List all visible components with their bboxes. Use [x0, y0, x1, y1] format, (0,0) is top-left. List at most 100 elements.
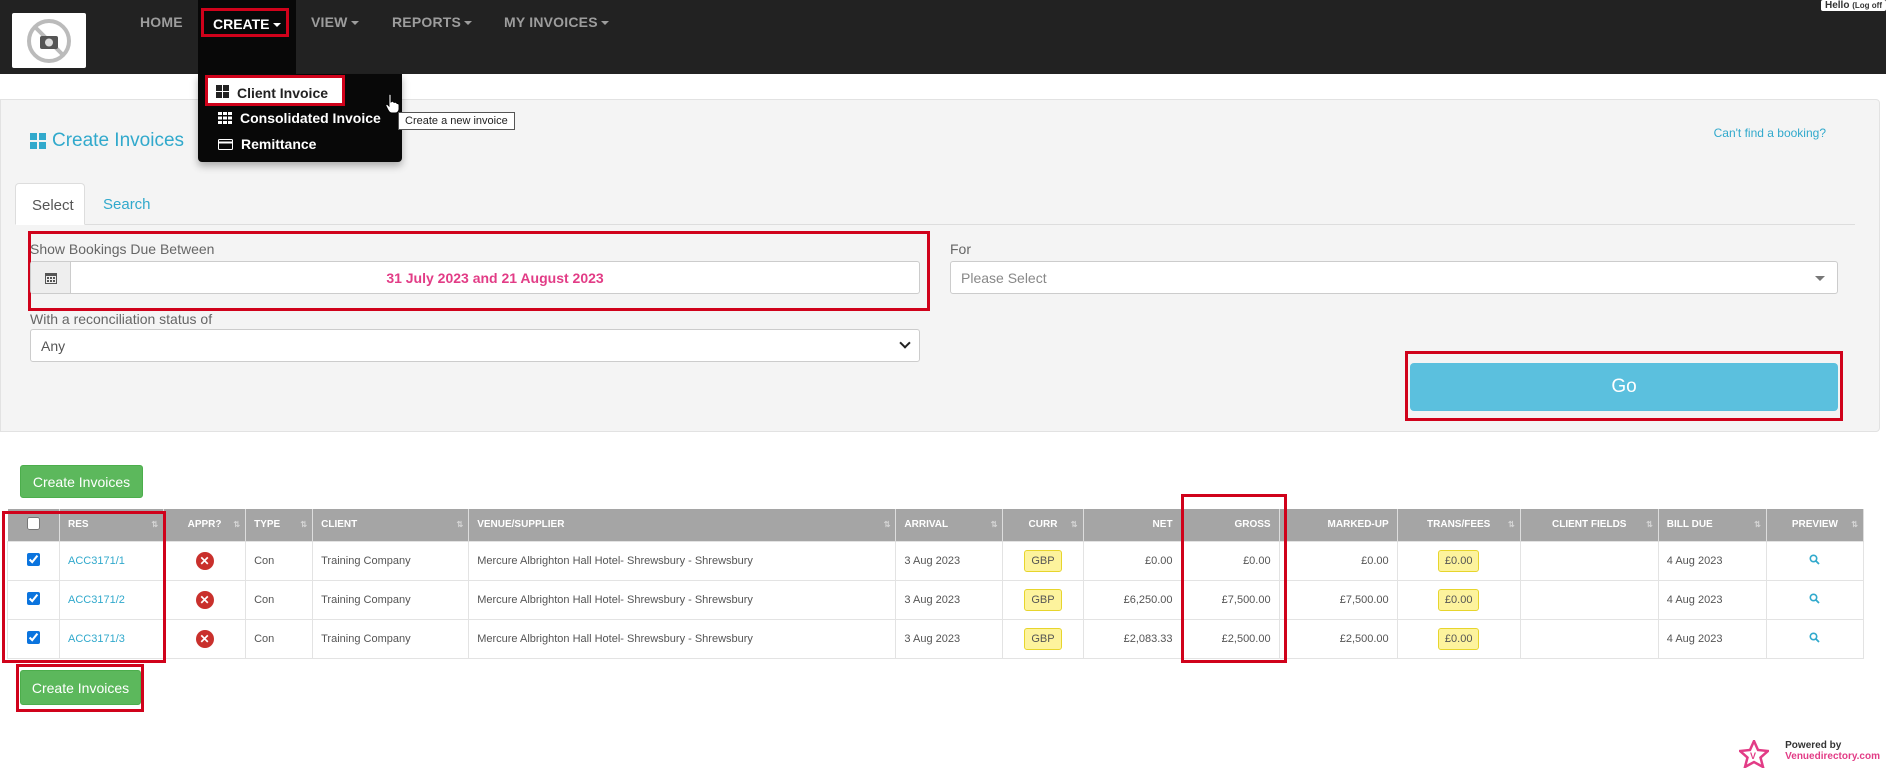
- header-arrival[interactable]: ARRIVAL ⇅: [895, 509, 1004, 541]
- nav-view[interactable]: VIEW: [311, 14, 359, 30]
- tab-select[interactable]: Select: [15, 183, 85, 225]
- tabs: Select Search: [15, 183, 1855, 225]
- consolidated-invoice-label: Consolidated Invoice: [240, 110, 381, 126]
- header-type[interactable]: TYPE ⇅: [245, 509, 314, 541]
- preview-cell: [1765, 618, 1865, 659]
- calendar-icon[interactable]: [31, 262, 71, 293]
- header-net[interactable]: NET: [1083, 509, 1182, 541]
- header-marked-up[interactable]: MARKED-UP: [1279, 509, 1398, 541]
- header-client[interactable]: CLIENT ⇅: [312, 509, 470, 541]
- not-approved-icon[interactable]: ✕: [195, 590, 214, 609]
- sort-icon: ⇅: [456, 520, 464, 529]
- appr-cell: ✕: [163, 540, 247, 581]
- marked-up-cell: £7,500.00: [1278, 579, 1398, 620]
- sort-icon: ⇅: [1646, 520, 1653, 529]
- create-invoices-button-top[interactable]: Create Invoices: [20, 465, 143, 498]
- arrival-cell: 3 Aug 2023: [895, 540, 1004, 581]
- trans-fees-cell: £0.00: [1396, 579, 1521, 620]
- powered-by: Powered by Venuedirectory.com: [1785, 740, 1880, 762]
- search-icon[interactable]: [1809, 553, 1821, 565]
- trans-fees-cell: £0.00: [1396, 540, 1521, 581]
- for-label: For: [950, 241, 971, 257]
- header-client-fields[interactable]: CLIENT FIELDS ⇅: [1520, 509, 1659, 541]
- header-trans-fees-label: TRANS/FEES: [1427, 519, 1491, 531]
- menu-item-remittance[interactable]: Remittance: [218, 136, 316, 152]
- nav-home-label: HOME: [140, 14, 183, 30]
- trans-fees-badge[interactable]: £0.00: [1437, 627, 1480, 650]
- logo[interactable]: [12, 13, 86, 68]
- recon-status-label: With a reconciliation status of: [30, 311, 213, 327]
- bill-due-cell: 4 Aug 2023: [1657, 540, 1767, 581]
- menu-item-client-invoice[interactable]: Client Invoice: [205, 75, 345, 106]
- header-marked-up-label: MARKED-UP: [1327, 519, 1389, 531]
- sort-icon: ⇅: [990, 520, 998, 529]
- header-arrival-label: ARRIVAL: [904, 519, 949, 531]
- grid-icon: [216, 84, 229, 98]
- client-fields-cell: [1519, 618, 1659, 659]
- header-type-label: TYPE: [254, 519, 281, 531]
- cant-find-booking-link[interactable]: Can't find a booking?: [1714, 126, 1826, 140]
- hand-cursor-icon: [385, 94, 399, 114]
- tab-search[interactable]: Search: [87, 183, 167, 225]
- type-cell: Con: [245, 618, 314, 659]
- powered-by-text: Powered by: [1785, 740, 1842, 751]
- recon-status-select[interactable]: Any: [30, 329, 920, 362]
- search-icon[interactable]: [1809, 592, 1821, 604]
- caret-down-icon: [600, 21, 609, 26]
- date-range-input[interactable]: 31 July 2023 and 21 August 2023: [30, 261, 920, 294]
- net-cell: £2,083.33: [1082, 618, 1182, 659]
- menu-item-consolidated-invoice[interactable]: Consolidated Invoice: [218, 110, 381, 126]
- header-curr-label: CURR: [1028, 519, 1058, 531]
- type-cell: Con: [245, 540, 314, 581]
- net-cell: £6,250.00: [1082, 579, 1182, 620]
- for-select[interactable]: Please Select: [950, 261, 1838, 294]
- user-greeting: Hello (Log off: [1821, 0, 1886, 11]
- brand-link[interactable]: Venuedirectory.com: [1785, 751, 1880, 762]
- header-preview[interactable]: PREVIEW ⇅: [1766, 509, 1865, 541]
- chevron-down-icon: [899, 337, 911, 349]
- sort-icon: ⇅: [1070, 520, 1078, 529]
- sort-icon: ⇅: [1754, 520, 1761, 529]
- appr-cell: ✕: [163, 579, 247, 620]
- not-approved-icon[interactable]: ✕: [195, 551, 214, 570]
- client-cell: Training Company: [312, 540, 470, 581]
- bill-due-cell: 4 Aug 2023: [1657, 618, 1767, 659]
- search-icon[interactable]: [1809, 631, 1821, 643]
- client-fields-cell: [1519, 579, 1659, 620]
- nav-my-invoices[interactable]: MY INVOICES: [504, 14, 609, 30]
- sort-icon: ⇅: [300, 520, 308, 529]
- nav-reports-label: REPORTS: [392, 14, 462, 30]
- trans-fees-badge[interactable]: £0.00: [1437, 588, 1480, 611]
- client-cell: Training Company: [312, 618, 470, 659]
- trans-fees-badge[interactable]: £0.00: [1437, 549, 1480, 572]
- nav-view-label: VIEW: [311, 14, 348, 30]
- page-title-text: Create Invoices: [52, 130, 185, 151]
- recon-status-value: Any: [41, 338, 66, 354]
- client-cell: Training Company: [312, 579, 470, 620]
- checkbox-res-highlight: [2, 511, 166, 663]
- header-trans-fees[interactable]: TRANS/FEES ⇅: [1397, 509, 1521, 541]
- venue-cell: Mercure Albrighton Hall Hotel- Shrewsbur…: [468, 618, 897, 659]
- arrival-cell: 3 Aug 2023: [895, 618, 1004, 659]
- nav-create[interactable]: CREATE: [201, 8, 289, 37]
- nav-home[interactable]: HOME: [140, 14, 183, 30]
- header-venue[interactable]: VENUE/SUPPLIER ⇅: [468, 509, 897, 541]
- not-approved-icon[interactable]: ✕: [195, 629, 214, 648]
- date-range-label: Show Bookings Due Between: [30, 241, 215, 257]
- logoff-link[interactable]: (Log off: [1852, 1, 1882, 10]
- nav-reports[interactable]: REPORTS: [392, 14, 473, 30]
- header-curr[interactable]: CURR ⇅: [1002, 509, 1084, 541]
- header-client-fields-label: CLIENT FIELDS: [1552, 519, 1627, 531]
- grid-icon: [30, 133, 46, 149]
- nav-my-invoices-label: MY INVOICES: [504, 14, 598, 30]
- header-appr[interactable]: APPR? ⇅: [163, 509, 247, 541]
- header-bill-due[interactable]: BILL DUE ⇅: [1658, 509, 1767, 541]
- go-button[interactable]: Go: [1410, 363, 1838, 411]
- gross-column-highlight: [1181, 494, 1287, 663]
- page-title: Create Invoices: [30, 130, 184, 152]
- svg-text:V: V: [1750, 751, 1756, 761]
- create-invoices-button-bottom[interactable]: Create Invoices: [20, 670, 141, 705]
- curr-cell: GBP: [1002, 540, 1084, 581]
- header-appr-label: APPR?: [187, 519, 222, 531]
- curr-cell: GBP: [1002, 579, 1084, 620]
